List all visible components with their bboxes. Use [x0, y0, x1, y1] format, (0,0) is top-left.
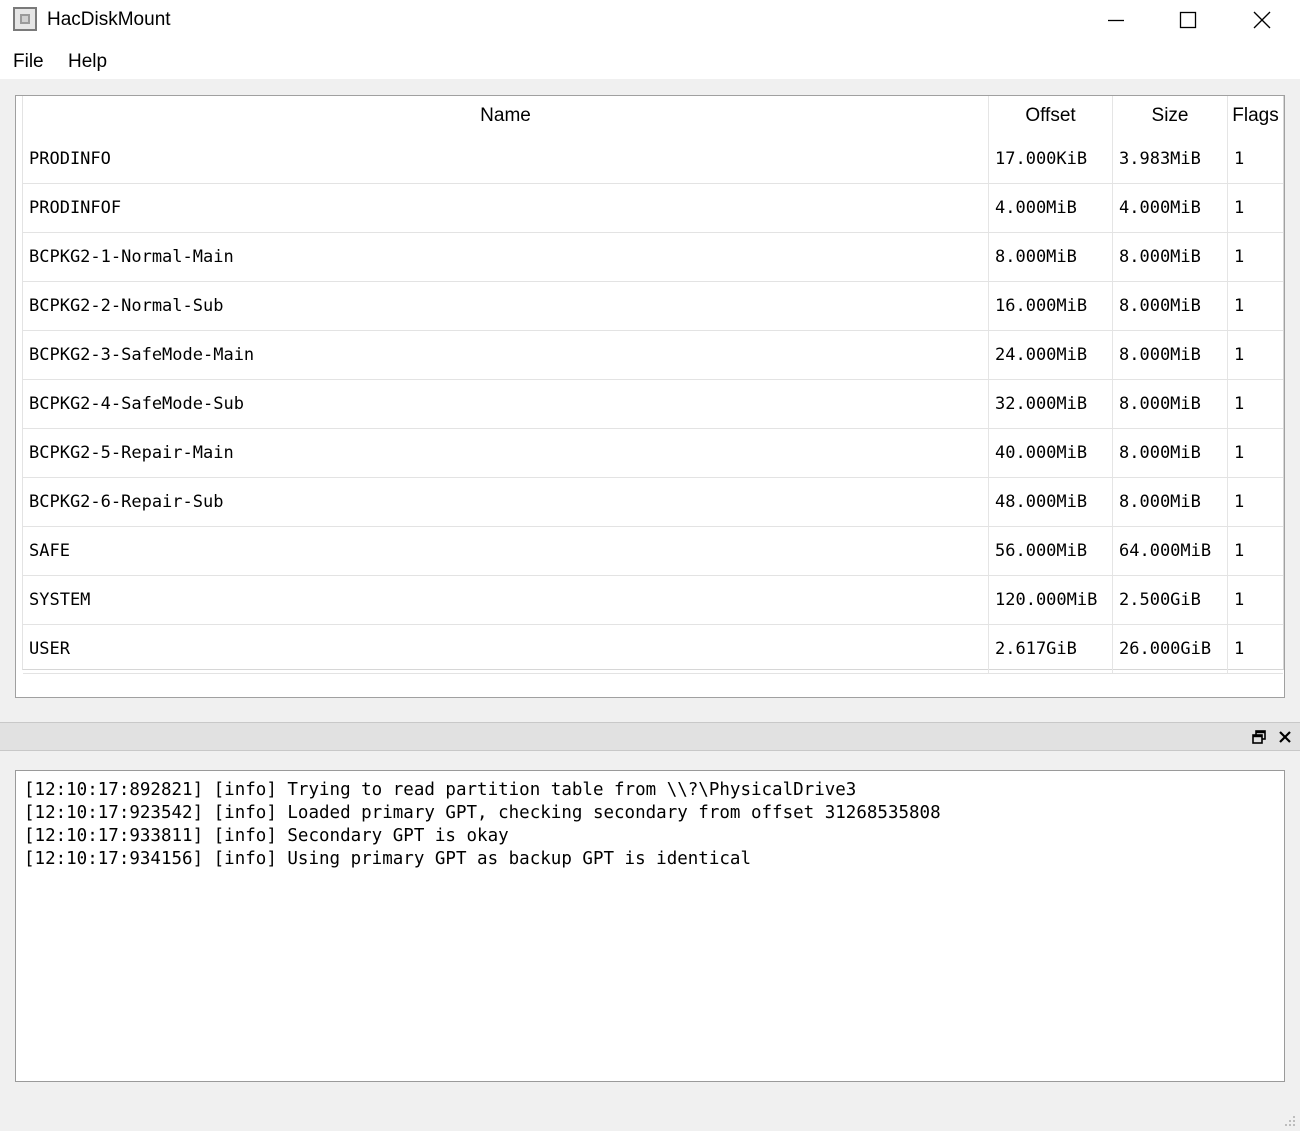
- menu-file[interactable]: File: [13, 51, 44, 73]
- cell-flags: 1: [1234, 541, 1245, 561]
- cell-offset: 16.000MiB: [989, 282, 1113, 330]
- cell-size: 8.000MiB: [1113, 331, 1228, 379]
- cell-flags: 1: [1234, 394, 1245, 414]
- table-row[interactable]: SAFE 56.000MiB 64.000MiB 1: [23, 527, 1283, 576]
- log-output[interactable]: [12:10:17:892821] [info] Trying to read …: [15, 770, 1285, 1082]
- cell-flags: 1: [1234, 639, 1245, 659]
- cell-size: 3.983MiB: [1113, 135, 1228, 183]
- close-button[interactable]: [1226, 0, 1298, 40]
- table-row[interactable]: SYSTEM 120.000MiB 2.500GiB 1: [23, 576, 1283, 625]
- window-title: HacDiskMount: [47, 9, 171, 30]
- partition-table-grid: Name Offset Size Flags PRODINFO 17.000Ki…: [22, 96, 1284, 674]
- cell-size: 8.000MiB: [1113, 429, 1228, 477]
- column-header-offset[interactable]: Offset: [989, 96, 1113, 135]
- log-dock-header[interactable]: [0, 722, 1300, 751]
- cell-offset: 8.000MiB: [989, 233, 1113, 281]
- cell-offset: 24.000MiB: [989, 331, 1113, 379]
- app-icon: [13, 7, 37, 31]
- cell-flags: 1: [1234, 149, 1245, 169]
- log-line: [12:10:17:892821] [info] Trying to read …: [24, 780, 857, 800]
- table-row[interactable]: BCPKG2-2-Normal-Sub 16.000MiB 8.000MiB 1: [23, 282, 1283, 331]
- cell-name: PRODINFO: [23, 135, 989, 183]
- cell-size: 2.500GiB: [1113, 576, 1228, 624]
- cell-name: BCPKG2-6-Repair-Sub: [23, 478, 989, 526]
- cell-name: USER: [23, 625, 989, 673]
- cell-flags: 1: [1234, 443, 1245, 463]
- cell-name: BCPKG2-2-Normal-Sub: [23, 282, 989, 330]
- minimize-icon: [1108, 19, 1124, 22]
- cell-name: SYSTEM: [23, 576, 989, 624]
- cell-flags: 1: [1234, 247, 1245, 267]
- column-header-size[interactable]: Size: [1113, 96, 1228, 135]
- cell-offset: 4.000MiB: [989, 184, 1113, 232]
- cell-size: 26.000GiB: [1113, 625, 1228, 673]
- cell-name: BCPKG2-1-Normal-Main: [23, 233, 989, 281]
- cell-offset: 40.000MiB: [989, 429, 1113, 477]
- close-icon: [1279, 731, 1291, 743]
- table-row[interactable]: BCPKG2-3-SafeMode-Main 24.000MiB 8.000Mi…: [23, 331, 1283, 380]
- partition-table[interactable]: Name Offset Size Flags PRODINFO 17.000Ki…: [15, 95, 1285, 698]
- table-body: PRODINFO 17.000KiB 3.983MiB 1 PRODINFOF …: [23, 135, 1283, 674]
- cell-name: SAFE: [23, 527, 989, 575]
- cell-size: 4.000MiB: [1113, 184, 1228, 232]
- cell-offset: 2.617GiB: [989, 625, 1113, 673]
- resize-grip-icon[interactable]: [1283, 1114, 1297, 1128]
- table-row[interactable]: BCPKG2-6-Repair-Sub 48.000MiB 8.000MiB 1: [23, 478, 1283, 527]
- cell-size: 8.000MiB: [1113, 282, 1228, 330]
- cell-offset: 32.000MiB: [989, 380, 1113, 428]
- cell-flags: 1: [1234, 296, 1245, 316]
- log-line: [12:10:17:923542] [info] Loaded primary …: [24, 803, 941, 823]
- minimize-button[interactable]: [1080, 0, 1152, 40]
- float-icon: [1252, 730, 1266, 744]
- cell-flags: 1: [1234, 590, 1245, 610]
- table-row[interactable]: PRODINFOF 4.000MiB 4.000MiB 1: [23, 184, 1283, 233]
- cell-offset: 17.000KiB: [989, 135, 1113, 183]
- cell-flags: 1: [1234, 492, 1245, 512]
- cell-size: 8.000MiB: [1113, 380, 1228, 428]
- table-row[interactable]: BCPKG2-4-SafeMode-Sub 32.000MiB 8.000MiB…: [23, 380, 1283, 429]
- app-window: HacDiskMount File Help Name Offset Size …: [0, 0, 1300, 1131]
- cell-size: 8.000MiB: [1113, 233, 1228, 281]
- cell-size: 8.000MiB: [1113, 478, 1228, 526]
- table-header: Name Offset Size Flags: [23, 96, 1283, 135]
- column-header-name[interactable]: Name: [23, 96, 989, 135]
- cell-offset: 120.000MiB: [989, 576, 1113, 624]
- dock-float-button[interactable]: [1249, 727, 1269, 747]
- close-icon: [1253, 11, 1271, 29]
- cell-size: 64.000MiB: [1113, 527, 1228, 575]
- column-header-flags[interactable]: Flags: [1228, 96, 1283, 135]
- table-row[interactable]: PRODINFO 17.000KiB 3.983MiB 1: [23, 135, 1283, 184]
- cell-flags: 1: [1234, 345, 1245, 365]
- log-line: [12:10:17:933811] [info] Secondary GPT i…: [24, 826, 509, 846]
- menu-help[interactable]: Help: [68, 51, 107, 73]
- title-bar[interactable]: HacDiskMount: [0, 0, 1300, 42]
- maximize-button[interactable]: [1152, 0, 1224, 40]
- menu-bar: File Help: [0, 42, 1300, 79]
- cell-flags: 1: [1234, 198, 1245, 218]
- table-row[interactable]: USER 2.617GiB 26.000GiB 1: [23, 625, 1283, 674]
- cell-name: PRODINFOF: [23, 184, 989, 232]
- maximize-icon: [1179, 11, 1197, 29]
- dock-close-button[interactable]: [1275, 727, 1295, 747]
- cell-name: BCPKG2-5-Repair-Main: [23, 429, 989, 477]
- cell-name: BCPKG2-3-SafeMode-Main: [23, 331, 989, 379]
- cell-offset: 56.000MiB: [989, 527, 1113, 575]
- table-row[interactable]: BCPKG2-1-Normal-Main 8.000MiB 8.000MiB 1: [23, 233, 1283, 282]
- table-row[interactable]: BCPKG2-5-Repair-Main 40.000MiB 8.000MiB …: [23, 429, 1283, 478]
- cell-offset: 48.000MiB: [989, 478, 1113, 526]
- cell-name: BCPKG2-4-SafeMode-Sub: [23, 380, 989, 428]
- log-line: [12:10:17:934156] [info] Using primary G…: [24, 849, 751, 869]
